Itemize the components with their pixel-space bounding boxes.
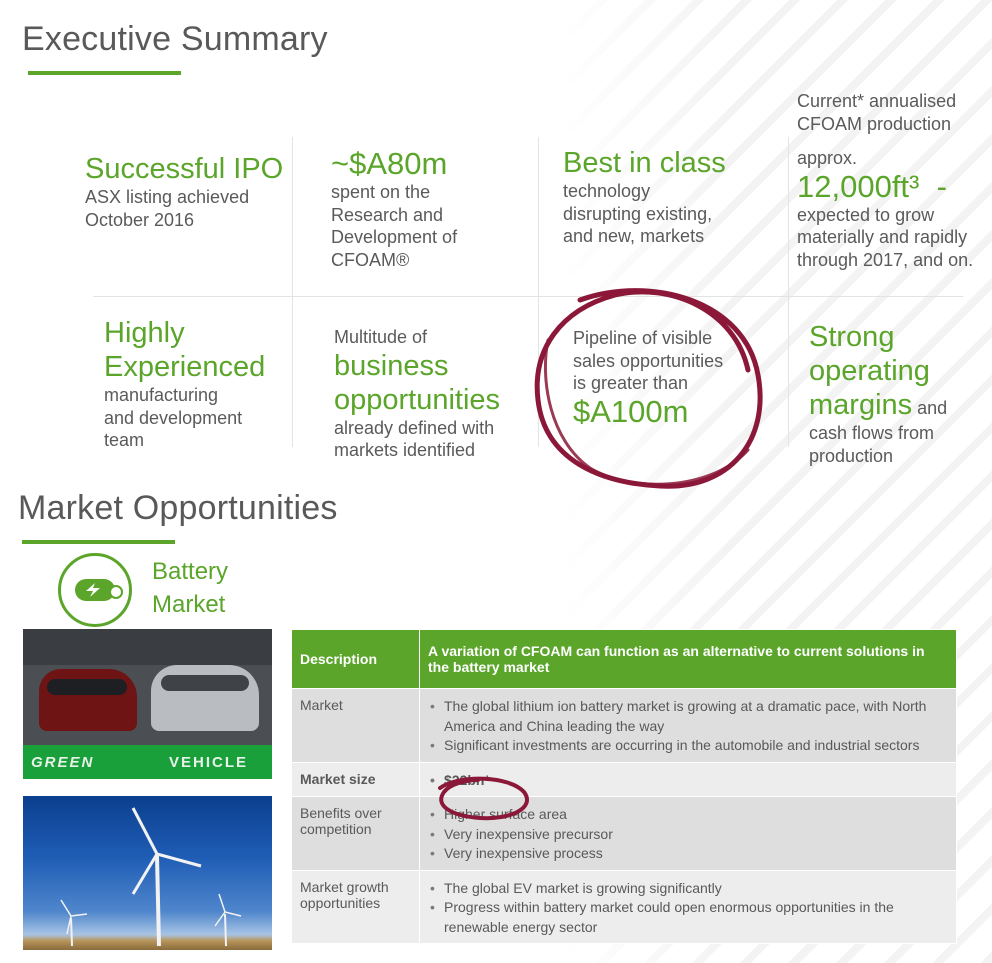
team-line: manufacturing bbox=[104, 385, 219, 405]
grid-divider bbox=[292, 137, 293, 447]
team-headline: Experienced bbox=[104, 351, 266, 383]
table-row: Market size $22bn* bbox=[291, 761, 957, 797]
rd-line: Research and bbox=[331, 204, 444, 225]
business-headline: business bbox=[334, 349, 449, 382]
market-table: Description A variation of CFOAM can fun… bbox=[291, 629, 957, 944]
table-row: Market growth opportunities The global E… bbox=[291, 869, 957, 944]
row-label: Market growth opportunities bbox=[291, 869, 420, 944]
photo-caption: GREEN bbox=[31, 754, 95, 771]
rd-line: Development of bbox=[331, 227, 458, 247]
title-underline bbox=[28, 71, 181, 75]
wind-turbines-photo bbox=[23, 796, 272, 950]
business-headline: opportunities bbox=[334, 383, 501, 416]
row-item: $22bn* bbox=[430, 771, 948, 791]
rd-line: CFOAM® bbox=[331, 249, 410, 270]
margins-tail: and bbox=[912, 398, 948, 418]
rd-headline: ~$A80m bbox=[331, 146, 448, 181]
table-header-label: Description bbox=[291, 629, 420, 689]
production-line: through 2017, and on. bbox=[797, 249, 974, 270]
row-item: Very inexpensive precursor bbox=[430, 825, 948, 845]
production-block: Current* annualised CFOAM production app… bbox=[797, 90, 973, 271]
margins-block: Strong operating margins and cash flows … bbox=[809, 320, 947, 467]
grid-divider bbox=[788, 137, 789, 447]
electric-cars-photo: GREEN VEHICLE bbox=[23, 629, 272, 779]
pipeline-headline: $A100m bbox=[573, 393, 689, 429]
grid-divider bbox=[93, 296, 963, 297]
business-pre: Multitude of bbox=[334, 327, 428, 347]
table-row: Benefits over competition Higher surface… bbox=[291, 796, 957, 871]
pipeline-line: is greater than bbox=[573, 373, 689, 393]
table-header-value: A variation of CFOAM can function as an … bbox=[419, 629, 957, 689]
team-block: Highly Experienced manufacturing and dev… bbox=[104, 316, 265, 452]
row-item: Very inexpensive process bbox=[430, 844, 948, 864]
row-label: Market bbox=[291, 688, 420, 763]
ipo-line: ASX listing achieved bbox=[85, 187, 250, 207]
photo-caption: VEHICLE bbox=[169, 754, 249, 771]
production-line: CFOAM production bbox=[797, 113, 952, 134]
tech-block: Best in class technology disrupting exis… bbox=[563, 146, 726, 248]
section-underline bbox=[22, 540, 175, 544]
business-block: Multitude of business opportunities alre… bbox=[334, 326, 500, 462]
row-item: The global EV market is growing signific… bbox=[430, 879, 948, 899]
grid-divider bbox=[538, 137, 539, 447]
tech-line: disrupting existing, bbox=[563, 203, 713, 224]
production-headline: 12,000ft³ - bbox=[797, 168, 947, 204]
row-item: Higher surface area bbox=[430, 805, 948, 825]
ipo-line: October 2016 bbox=[85, 209, 195, 230]
table-header-row: Description A variation of CFOAM can fun… bbox=[291, 629, 957, 689]
row-item: Significant investments are occurring in… bbox=[430, 736, 948, 756]
tech-line: and new, markets bbox=[563, 226, 705, 246]
segment-label: Battery Market bbox=[152, 558, 229, 618]
pipeline-block: Pipeline of visible sales opportunities … bbox=[573, 327, 723, 429]
battery-icon bbox=[58, 553, 132, 627]
section-title: Market Opportunities bbox=[18, 489, 338, 527]
row-label: Benefits over competition bbox=[291, 796, 420, 871]
margins-headline: operating bbox=[809, 355, 930, 387]
page-title: Executive Summary bbox=[22, 20, 328, 58]
team-headline: Highly bbox=[104, 317, 185, 349]
margins-line: production bbox=[809, 445, 894, 466]
business-line: already defined with bbox=[334, 417, 495, 438]
team-line: team bbox=[104, 430, 145, 450]
margins-headline: Strong bbox=[809, 321, 895, 353]
pipeline-line: sales opportunities bbox=[573, 350, 724, 371]
rd-block: ~$A80m spent on the Research and Develop… bbox=[331, 147, 457, 271]
tech-line: technology bbox=[563, 181, 651, 201]
tech-headline: Best in class bbox=[563, 147, 726, 179]
margins-line: cash flows from bbox=[809, 423, 935, 443]
table-row: Market The global lithium ion battery ma… bbox=[291, 688, 957, 763]
ipo-headline: Successful IPO bbox=[85, 153, 284, 185]
row-item: The global lithium ion battery market is… bbox=[430, 697, 948, 736]
team-line: and development bbox=[104, 407, 243, 428]
production-line: expected to grow bbox=[797, 204, 935, 225]
pipeline-line: Pipeline of visible bbox=[573, 328, 713, 348]
production-line: materially and rapidly bbox=[797, 227, 968, 247]
margins-headline: margins bbox=[809, 389, 913, 421]
production-approx: approx. bbox=[797, 148, 858, 168]
rd-line: spent on the bbox=[331, 182, 431, 202]
row-label: Market size bbox=[291, 761, 420, 797]
row-item: Progress within battery market could ope… bbox=[430, 898, 948, 937]
production-line: Current* annualised bbox=[797, 91, 957, 111]
ipo-block: Successful IPO ASX listing achieved Octo… bbox=[85, 152, 283, 231]
business-line: markets identified bbox=[334, 440, 476, 460]
